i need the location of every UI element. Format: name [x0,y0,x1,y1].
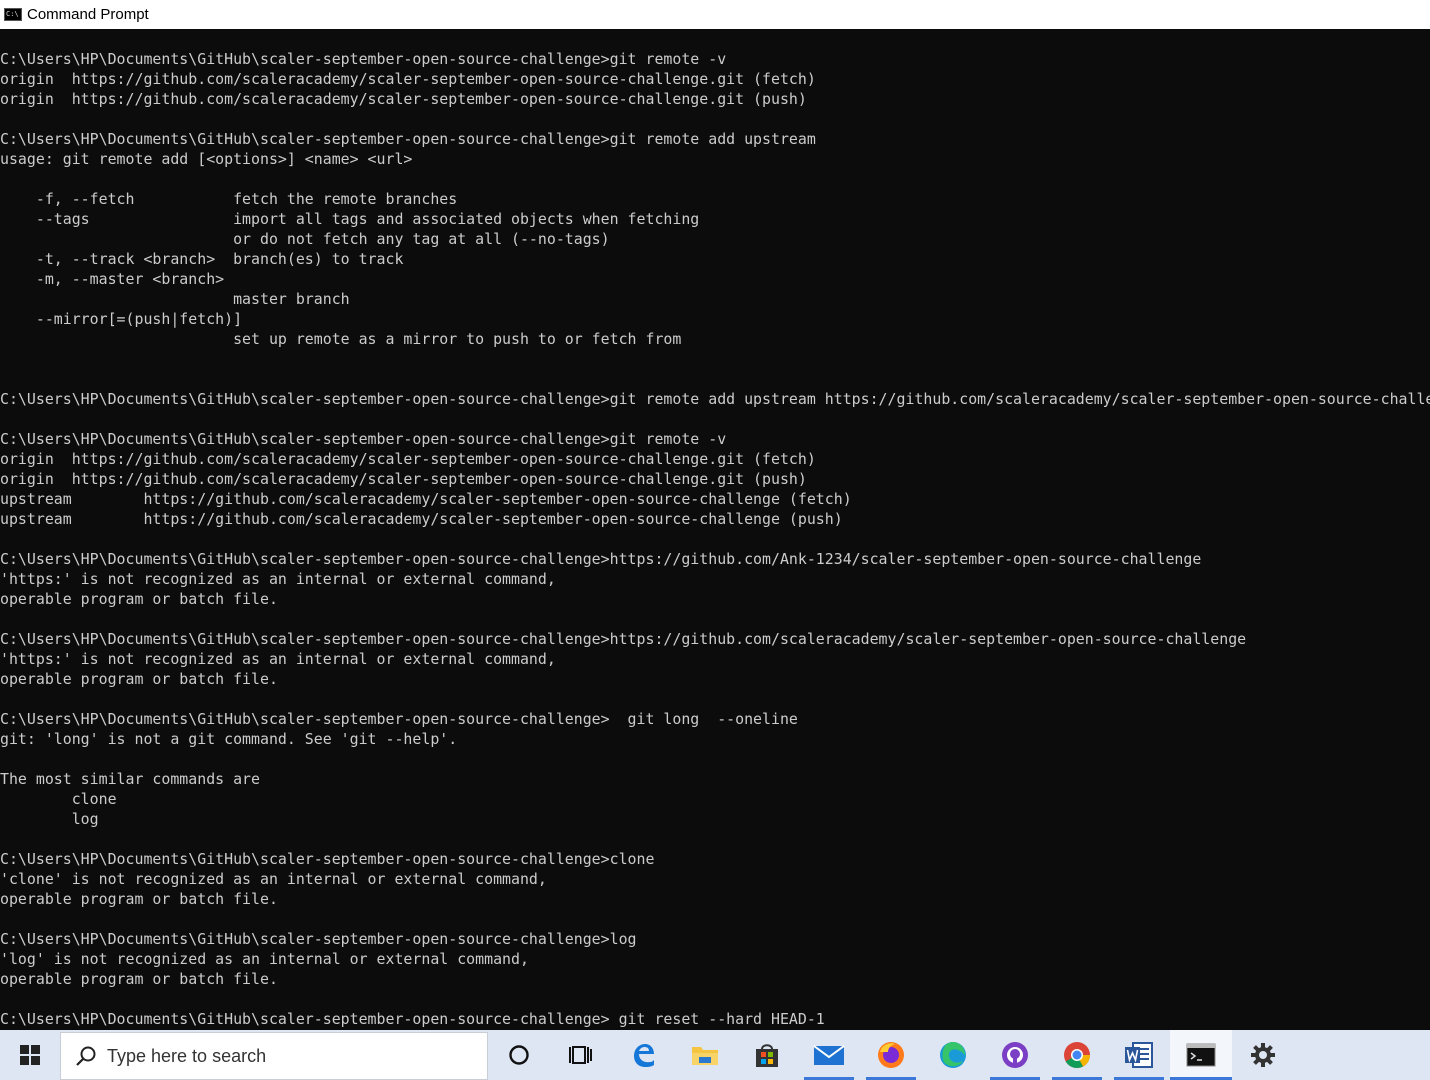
console-line: 'clone' is not recognized as an internal… [0,870,547,888]
console-line: operable program or batch file. [0,890,278,908]
command-prompt-icon [1186,1043,1216,1067]
chrome-icon [1064,1042,1090,1068]
console-line: -f, --fetch fetch the remote branches [0,190,458,208]
taskbar-task-view-button[interactable] [550,1030,612,1080]
taskbar-command-prompt[interactable] [1170,1030,1232,1080]
console-line: upstream https://github.com/scaleracadem… [0,510,843,528]
console-line: The most similar commands are [0,770,260,788]
taskbar-word[interactable] [1108,1030,1170,1080]
console-line: usage: git remote add [<options>] <name>… [0,150,413,168]
console-line: master branch [0,290,350,308]
cortana-circle-icon [509,1045,529,1065]
console-line: origin https://github.com/scaleracademy/… [0,450,816,468]
console-line: 'https:' is not recognized as an interna… [0,570,556,588]
taskbar-edge[interactable] [922,1030,984,1080]
taskbar-chrome[interactable] [1046,1030,1108,1080]
console-line: C:\Users\HP\Documents\GitHub\scaler-sept… [0,390,1430,408]
word-icon [1125,1042,1153,1068]
console-line: C:\Users\HP\Documents\GitHub\scaler-sept… [0,930,637,948]
console-output-area[interactable]: C:\Users\HP\Documents\GitHub\scaler-sept… [0,29,1430,1030]
console-line: C:\Users\HP\Documents\GitHub\scaler-sept… [0,50,727,68]
console-line: operable program or batch file. [0,590,278,608]
github-desktop-icon [1002,1042,1028,1068]
console-line: C:\Users\HP\Documents\GitHub\scaler-sept… [0,850,655,868]
command-prompt-app-icon: C:\ [4,8,22,21]
taskbar: Type here to search [0,1030,1430,1080]
console-text: C:\Users\HP\Documents\GitHub\scaler-sept… [0,49,1430,1029]
edge-legacy-icon [634,1044,654,1067]
console-line: C:\Users\HP\Documents\GitHub\scaler-sept… [0,1010,825,1028]
console-line: C:\Users\HP\Documents\GitHub\scaler-sept… [0,710,798,728]
console-line: C:\Users\HP\Documents\GitHub\scaler-sept… [0,550,1202,568]
taskbar-search-box[interactable]: Type here to search [60,1032,488,1080]
firefox-icon [878,1042,904,1068]
taskbar-firefox[interactable] [860,1030,922,1080]
taskbar-mail[interactable] [798,1030,860,1080]
windows-logo-icon [20,1045,40,1065]
taskbar-edge-legacy[interactable] [612,1030,674,1080]
taskbar-github-desktop[interactable] [984,1030,1046,1080]
search-icon [76,1046,96,1066]
console-line: 'https:' is not recognized as an interna… [0,650,556,668]
taskbar-cortana-button[interactable] [488,1030,550,1080]
console-line: C:\Users\HP\Documents\GitHub\scaler-sept… [0,630,1247,648]
console-line: --tags import all tags and associated ob… [0,210,700,228]
console-line: --mirror[=(push|fetch)] [0,310,243,328]
console-line: C:\Users\HP\Documents\GitHub\scaler-sept… [0,130,816,148]
file-explorer-icon [692,1047,718,1065]
title-bar[interactable]: C:\ Command Prompt [0,0,1430,29]
console-line: operable program or batch file. [0,670,278,688]
taskbar-microsoft-store[interactable] [736,1030,798,1080]
console-line: set up remote as a mirror to push to or … [0,330,682,348]
console-line: or do not fetch any tag at all (--no-tag… [0,230,610,248]
mail-icon [813,1045,845,1065]
edge-chromium-icon [940,1042,966,1068]
console-line: -m, --master <branch> [0,270,225,288]
console-line: git: 'long' is not a git command. See 'g… [0,730,458,748]
console-line: -t, --track <branch> branch(es) to track [0,250,404,268]
settings-icon [1251,1043,1275,1067]
microsoft-store-icon [756,1044,778,1067]
search-placeholder: Type here to search [107,1045,267,1066]
console-line: origin https://github.com/scaleracademy/… [0,70,816,88]
taskbar-file-explorer[interactable] [674,1030,736,1080]
start-button[interactable] [0,1030,60,1080]
console-line: origin https://github.com/scaleracademy/… [0,90,807,108]
console-line: log [0,810,99,828]
console-line: upstream https://github.com/scaleracadem… [0,490,852,508]
console-line: operable program or batch file. [0,970,278,988]
console-line: C:\Users\HP\Documents\GitHub\scaler-sept… [0,430,727,448]
window-title: Command Prompt [27,6,149,23]
console-line: 'log' is not recognized as an internal o… [0,950,529,968]
taskbar-settings[interactable] [1232,1030,1294,1080]
console-line: clone [0,790,117,808]
task-view-icon [569,1046,592,1064]
console-line: origin https://github.com/scaleracademy/… [0,470,807,488]
